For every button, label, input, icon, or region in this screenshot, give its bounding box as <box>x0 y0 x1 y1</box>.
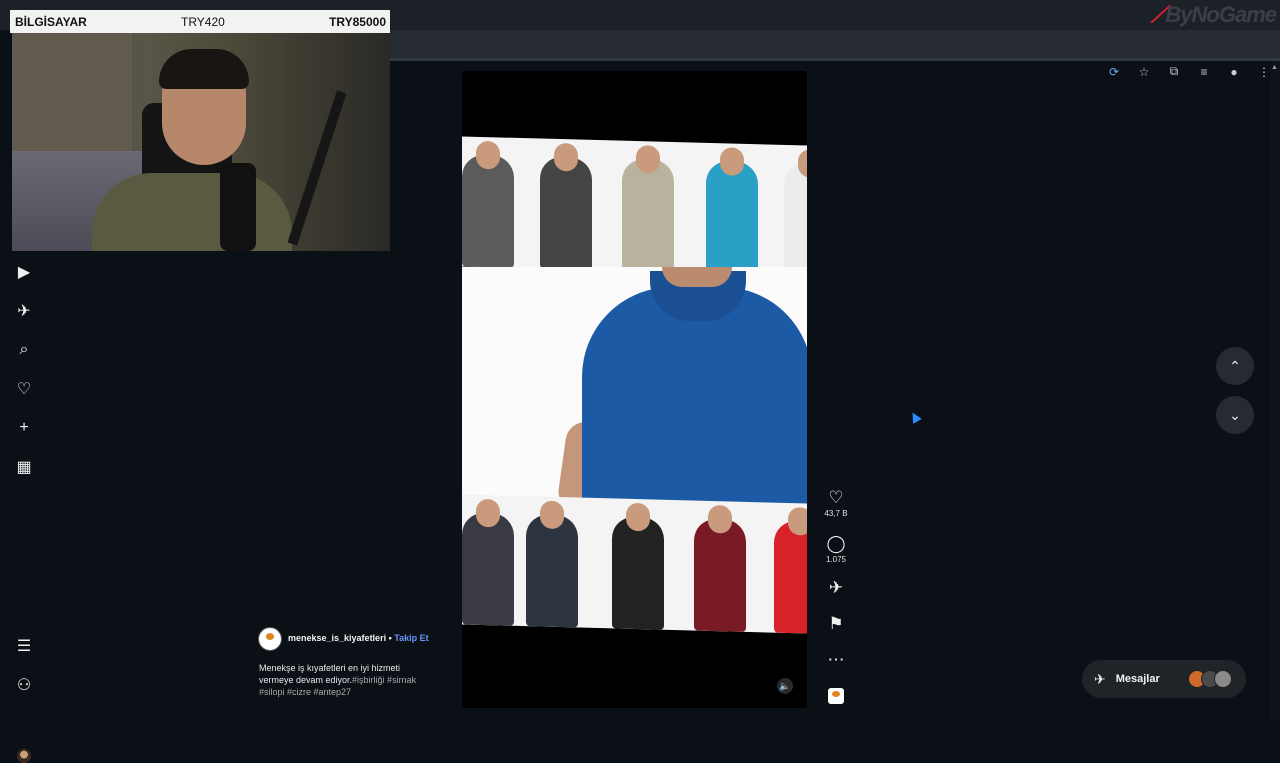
reels-icon[interactable]: ▶ <box>14 262 34 282</box>
model-figure <box>526 500 578 628</box>
model-figure <box>784 149 807 276</box>
heart-icon[interactable]: ♡ <box>14 379 34 399</box>
search-icon[interactable]: ⌕ <box>14 340 34 360</box>
audio-owner-thumbnail[interactable] <box>828 688 844 704</box>
model-neck <box>662 267 732 287</box>
video-bottom-strip <box>462 494 807 634</box>
caption-hashtags[interactable]: #silopi #cizre #antep27 <box>259 687 351 697</box>
more-action[interactable]: ⋯ <box>818 650 854 670</box>
share-icon[interactable]: ✈ <box>818 578 854 598</box>
messages-button[interactable]: ✈ Mesajlar <box>1082 660 1246 698</box>
separator-dot: • <box>388 633 392 643</box>
overlay-amount-small: TRY420 <box>181 15 225 29</box>
extensions-icon[interactable]: ⧉ <box>1166 64 1182 79</box>
more-menu-icon[interactable]: ☰ <box>14 636 34 656</box>
caption-text[interactable]: Menekşe iş kıyafetleri en iyi hizmeti ve… <box>259 662 439 698</box>
reel-video[interactable]: 🔈 <box>462 71 807 708</box>
left-sidebar: ▶ ✈ ⌕ ♡ + ▦ ☰ ⚇ <box>0 252 48 763</box>
send-icon: ✈ <box>1094 670 1106 687</box>
owner-username[interactable]: menekse_is_kiyafetleri <box>288 633 386 643</box>
bookmark-star-icon[interactable]: ☆ <box>1136 65 1152 79</box>
caption-hashtags-inline[interactable]: #işbirliği #sirnak <box>352 675 416 685</box>
owner-line: menekse_is_kiyafetleri • Takip Et <box>288 633 429 643</box>
comment-action[interactable]: ◯ 1.075 <box>818 534 854 564</box>
webcam-mic-arm <box>287 90 347 246</box>
overlay-amount-total: TRY85000 <box>329 15 386 29</box>
model-figure <box>462 140 514 268</box>
model-figure <box>774 507 807 634</box>
webcam-person-hair <box>159 49 249 89</box>
model-figure <box>694 504 746 632</box>
previous-reel-button[interactable]: ⌃ <box>1216 347 1254 385</box>
video-top-strip <box>462 136 807 276</box>
save-action[interactable]: ⚑ <box>818 614 854 634</box>
model-figure <box>462 498 514 626</box>
scroll-up-arrow[interactable]: ▲ <box>1271 64 1279 74</box>
donation-overlay-bar: BİLGİSAYAR TRY420 TRY85000 <box>10 10 390 33</box>
webcam-person-body <box>92 173 292 251</box>
model-figure <box>706 147 758 275</box>
caption-line-2: vermeye devam ediyor. <box>259 675 353 685</box>
meta-apps-icon[interactable]: ⚇ <box>14 675 34 695</box>
messages-label: Mesajlar <box>1115 673 1160 685</box>
video-main-frame <box>462 267 807 513</box>
model-figure <box>612 502 664 630</box>
like-action[interactable]: ♡ 43,7 B <box>818 488 854 518</box>
message-avatars <box>1188 670 1232 688</box>
profile-icon[interactable]: ● <box>1226 65 1242 79</box>
webcam-microphone <box>220 163 256 251</box>
follow-button[interactable]: Takip Et <box>394 633 428 643</box>
page-scrollbar[interactable] <box>1270 61 1280 720</box>
next-reel-button[interactable]: ⌄ <box>1216 396 1254 434</box>
create-plus-icon[interactable]: + <box>14 418 34 438</box>
comment-icon[interactable]: ◯ <box>818 534 854 554</box>
more-icon[interactable]: ⋯ <box>818 650 854 670</box>
heart-icon[interactable]: ♡ <box>818 488 854 508</box>
profile-avatar[interactable] <box>17 749 31 763</box>
model-figure <box>540 142 592 270</box>
model-figure <box>622 145 674 273</box>
webcam-feed <box>12 33 390 251</box>
media-icon[interactable]: ≡ <box>1196 65 1212 79</box>
overlay-category: BİLGİSAYAR <box>15 15 87 29</box>
mouse-cursor <box>908 410 922 424</box>
dashboard-icon[interactable]: ▦ <box>14 457 34 477</box>
comment-count: 1.075 <box>825 555 847 564</box>
like-count: 43,7 B <box>824 509 848 518</box>
caption-line-1: Menekşe iş kıyafetleri en iyi hizmeti <box>259 663 401 673</box>
browser-toolbar: ⟳ ☆ ⧉ ≡ ● ⋮ <box>390 30 1280 79</box>
bookmark-icon[interactable]: ⚑ <box>818 614 854 634</box>
direct-icon[interactable]: ✈ <box>14 301 34 321</box>
share-action[interactable]: ✈ <box>818 578 854 598</box>
brand-logo: ⟋ByNoGame <box>1151 2 1277 27</box>
toolbar-divider <box>390 58 1280 61</box>
translate-icon[interactable]: ⟳ <box>1106 65 1122 79</box>
sound-toggle-icon[interactable]: 🔈 <box>777 678 793 694</box>
owner-avatar[interactable] <box>258 627 282 651</box>
avatar <box>1214 670 1232 688</box>
